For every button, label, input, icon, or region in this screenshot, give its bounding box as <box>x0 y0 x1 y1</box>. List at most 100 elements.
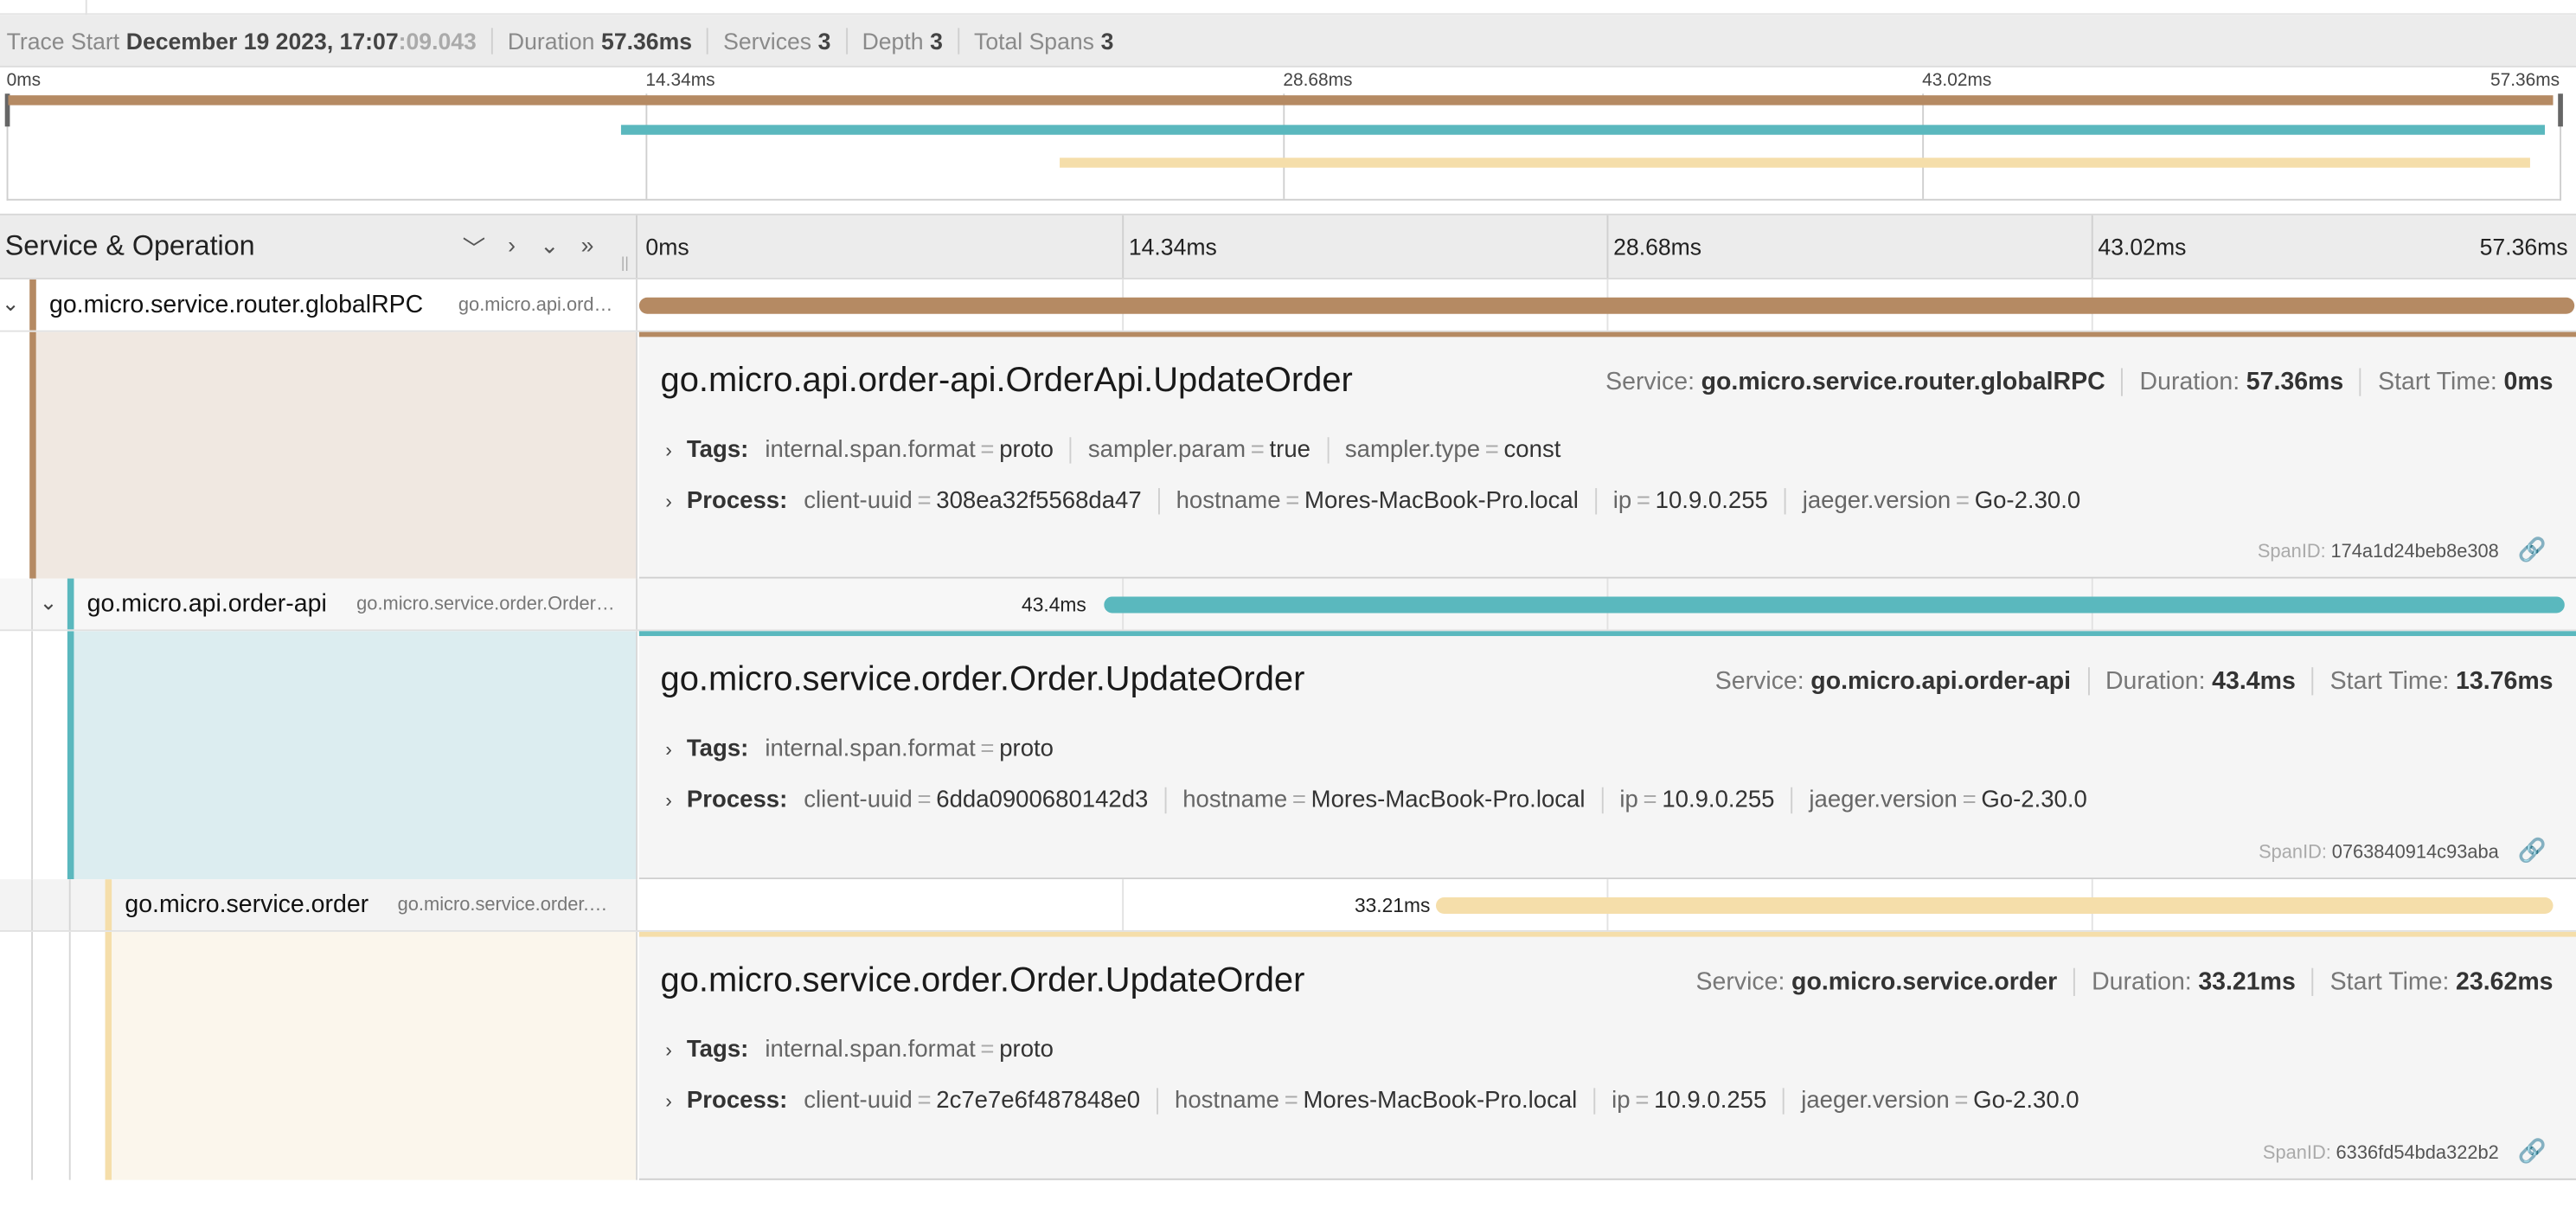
span-bar[interactable] <box>1104 596 2565 614</box>
link-icon[interactable]: 🔗 <box>2518 837 2547 864</box>
double-chevron-right-icon[interactable]: » <box>574 232 601 265</box>
process-item: ip = 10.9.0.255 <box>1619 787 1775 814</box>
span-id: SpanID: 6336fd54bda322b2 <box>2262 1143 2499 1164</box>
chevron-down-icon[interactable]: ⌄ <box>40 590 58 616</box>
process-item: ip = 10.9.0.255 <box>1612 1088 1767 1115</box>
span-bar-label: 43.4ms <box>1022 593 1086 617</box>
span-detail: go.micro.service.order.Order.UpdateOrder… <box>0 931 2576 1180</box>
chevron-down-icon[interactable]: ⌄ <box>2 291 20 317</box>
minimap-right-handle[interactable] <box>2558 93 2563 127</box>
span-operation-name: go.micro.service.order.Order… <box>356 594 615 615</box>
span-operation-name: go.micro.api.ord… <box>458 295 613 316</box>
link-icon[interactable]: 🔗 <box>2518 536 2547 563</box>
span-bar-label: 33.21ms <box>1354 894 1431 917</box>
chevron-right-icon[interactable]: › <box>665 738 672 761</box>
span-name-cell[interactable]: ⌄ go.micro.api.order-api go.micro.servic… <box>0 578 638 630</box>
service-operation-title: Service & Operation <box>4 229 255 261</box>
tag-item: internal.span.format = proto <box>765 736 1054 763</box>
tag-item: internal.span.format = proto <box>765 1037 1054 1063</box>
process-item: client-uuid = 308ea32f5568da47 <box>804 488 1142 515</box>
trace-services: Services 3 <box>723 27 831 54</box>
process-row[interactable]: › Process: client-uuid = 6dda0900680142d3 … <box>665 787 2087 814</box>
process-item: jaeger.version = Go-2.30.0 <box>1802 488 2081 515</box>
chevron-right-icon[interactable]: › <box>665 439 672 462</box>
span-bar-cell[interactable]: 43.4ms <box>639 578 2576 630</box>
minimap-tick: 14.34ms <box>645 70 715 91</box>
chevron-right-icon[interactable]: › <box>665 490 672 513</box>
span-bar[interactable] <box>1436 897 2554 915</box>
tags-row[interactable]: › Tags: internal.span.format = proto sampl… <box>665 437 1561 464</box>
span-detail-title: go.micro.service.order.Order.UpdateOrder <box>660 961 1305 999</box>
span-detail-meta: Service: go.micro.service.router.globalRP… <box>1605 368 2554 396</box>
process-item: client-uuid = 2c7e7e6f487848e0 <box>804 1088 1141 1115</box>
span-name-cell[interactable]: go.micro.service.order go.micro.service.… <box>0 879 638 931</box>
span-bar-cell[interactable]: 33.21ms <box>639 879 2576 931</box>
chevron-right-icon[interactable]: › <box>665 1038 672 1062</box>
span-service-name: go.micro.service.order <box>125 890 369 919</box>
trace-start-ms: :09.043 <box>398 27 477 54</box>
process-item: jaeger.version = Go-2.30.0 <box>1801 1088 2079 1115</box>
chevron-down-icon[interactable]: ﹀ <box>460 232 488 265</box>
span-row[interactable]: ⌄ go.micro.service.router.globalRPC go.m… <box>0 279 2576 332</box>
tags-row[interactable]: › Tags: internal.span.format = proto <box>665 736 1054 762</box>
trace-summary: Trace Start December 19 2023, 17:07:09.0… <box>0 15 2576 67</box>
process-row[interactable]: › Process: client-uuid = 2c7e7e6f487848e0 … <box>665 1088 2079 1115</box>
span-row[interactable]: go.micro.service.order go.micro.service.… <box>0 879 2576 932</box>
trace-total-spans: Total Spans 3 <box>974 27 1114 54</box>
minimap-tick: 57.36ms <box>2489 70 2560 91</box>
trace-start: Trace Start December 19 2023, 17:07:09.0… <box>6 27 477 54</box>
trace-duration: Duration 57.36ms <box>507 27 693 54</box>
top-strip <box>0 0 2576 16</box>
tag-item: sampler.type = const <box>1344 437 1561 464</box>
trace-depth: Depth 3 <box>862 27 943 54</box>
minimap-span-bar <box>8 95 2554 106</box>
span-detail: go.micro.service.order.Order.UpdateOrder… <box>0 631 2576 880</box>
trace-view: Trace Start December 19 2023, 17:07:09.0… <box>0 0 2576 1208</box>
double-chevron-down-icon[interactable]: ⌄ <box>535 232 563 265</box>
span-detail-meta: Service: go.micro.api.order-api Duration:… <box>1714 667 2554 696</box>
process-item: hostname = Mores-MacBook-Pro.local <box>1182 787 1586 814</box>
trace-minimap[interactable]: 0ms 14.34ms 28.68ms 43.02ms 57.36ms <box>0 67 2576 213</box>
service-operation-header: Service & Operation ﹀ › ⌄ » || <box>0 215 638 278</box>
minimap-tick: 28.68ms <box>1283 70 1353 91</box>
timeline-tick: 43.02ms <box>2098 233 2187 260</box>
tag-item: internal.span.format = proto <box>765 437 1054 464</box>
tag-item: sampler.param = true <box>1087 437 1311 464</box>
minimap-ticks: 0ms 14.34ms 28.68ms 43.02ms 57.36ms <box>0 67 2576 93</box>
link-icon[interactable]: 🔗 <box>2518 1137 2547 1165</box>
process-item: client-uuid = 6dda0900680142d3 <box>804 787 1149 814</box>
process-item: hostname = Mores-MacBook-Pro.local <box>1175 1088 1578 1115</box>
span-operation-name: go.micro.service.order.… <box>397 896 608 916</box>
minimap-span-bar <box>620 125 2545 135</box>
span-bar[interactable] <box>638 297 2575 314</box>
span-name-cell[interactable]: ⌄ go.micro.service.router.globalRPC go.m… <box>0 279 638 331</box>
chevron-right-icon[interactable]: › <box>665 789 672 813</box>
minimap-tick: 0ms <box>6 70 42 91</box>
timeline-tick: 57.36ms <box>2479 233 2568 260</box>
span-id: SpanID: 0763840914c93aba <box>2259 843 2499 864</box>
timeline-tick: 28.68ms <box>1613 233 1702 260</box>
process-item: jaeger.version = Go-2.30.0 <box>1809 787 2087 814</box>
minimap-span-bar <box>1060 157 2530 168</box>
span-detail-title: go.micro.service.order.Order.UpdateOrder <box>660 660 1305 699</box>
span-bar-cell[interactable] <box>638 279 2576 331</box>
minimap-tick: 43.02ms <box>1922 70 1992 91</box>
span-row[interactable]: ⌄ go.micro.api.order-api go.micro.servic… <box>0 578 2576 632</box>
process-item: hostname = Mores-MacBook-Pro.local <box>1176 488 1579 515</box>
timeline-header: Service & Operation ﹀ › ⌄ » || 0ms 14.34… <box>0 213 2576 280</box>
timeline-tick: 14.34ms <box>1128 233 1217 260</box>
timeline-ticks: 0ms 14.34ms 28.68ms 43.02ms 57.36ms <box>639 215 2576 278</box>
chevron-right-icon[interactable]: › <box>497 232 525 265</box>
span-id: SpanID: 174a1d24beb8e308 <box>2257 542 2499 562</box>
span-service-name: go.micro.service.router.globalRPC <box>48 291 424 319</box>
column-resize-handle[interactable]: || <box>621 254 629 271</box>
process-row[interactable]: › Process: client-uuid = 308ea32f5568da47 … <box>665 488 2081 515</box>
trace-start-value: December 19 2023, 17:07 <box>125 27 399 54</box>
chevron-right-icon[interactable]: › <box>665 1089 672 1113</box>
tags-row[interactable]: › Tags: internal.span.format = proto <box>665 1037 1054 1063</box>
span-service-name: go.micro.api.order-api <box>87 589 327 619</box>
span-detail: go.micro.api.order-api.OrderApi.UpdateOr… <box>0 331 2576 579</box>
timeline-tick: 0ms <box>645 233 689 260</box>
minimap-canvas[interactable] <box>4 93 2563 201</box>
span-detail-meta: Service: go.micro.service.order Duration:… <box>1695 967 2554 996</box>
